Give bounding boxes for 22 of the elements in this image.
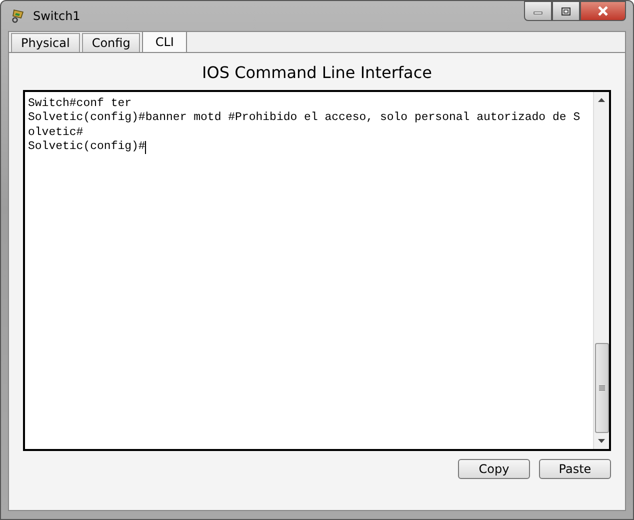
panel-heading: IOS Command Line Interface [201,62,433,84]
terminal-line: Solvetic(config)# [28,140,146,155]
scroll-thumb[interactable] [594,343,608,433]
window-title: Switch1 [33,9,80,23]
tab[interactable]: Physical [11,33,80,52]
close-icon [597,6,609,16]
vertical-scrollbar[interactable] [593,92,609,449]
maximize-button[interactable] [552,1,580,21]
minimize-button[interactable] [524,1,552,21]
action-button[interactable]: Paste [539,459,611,479]
scroll-down-icon [598,439,605,443]
action-button[interactable]: Copy [458,459,530,479]
terminal-line: olvetic# [28,126,84,140]
tab[interactable]: CLI [142,31,187,52]
terminal-area[interactable]: Switch#conf ter Solvetic(config)#banner motd #Prohibido el acceso, solo personal autorizado de S olvetic# Solvetic(config)# [23,90,611,451]
terminal-line: Switch#conf ter [28,97,132,112]
scroll-up-icon [598,98,605,102]
tab[interactable]: Config [82,33,140,52]
grip-icon [598,385,604,391]
terminal-line: Solvetic(config)#banner motd #Prohibido el acceso, solo personal autorizado de S [28,111,580,126]
maximize-icon [561,6,571,16]
close-button[interactable] [580,1,626,21]
